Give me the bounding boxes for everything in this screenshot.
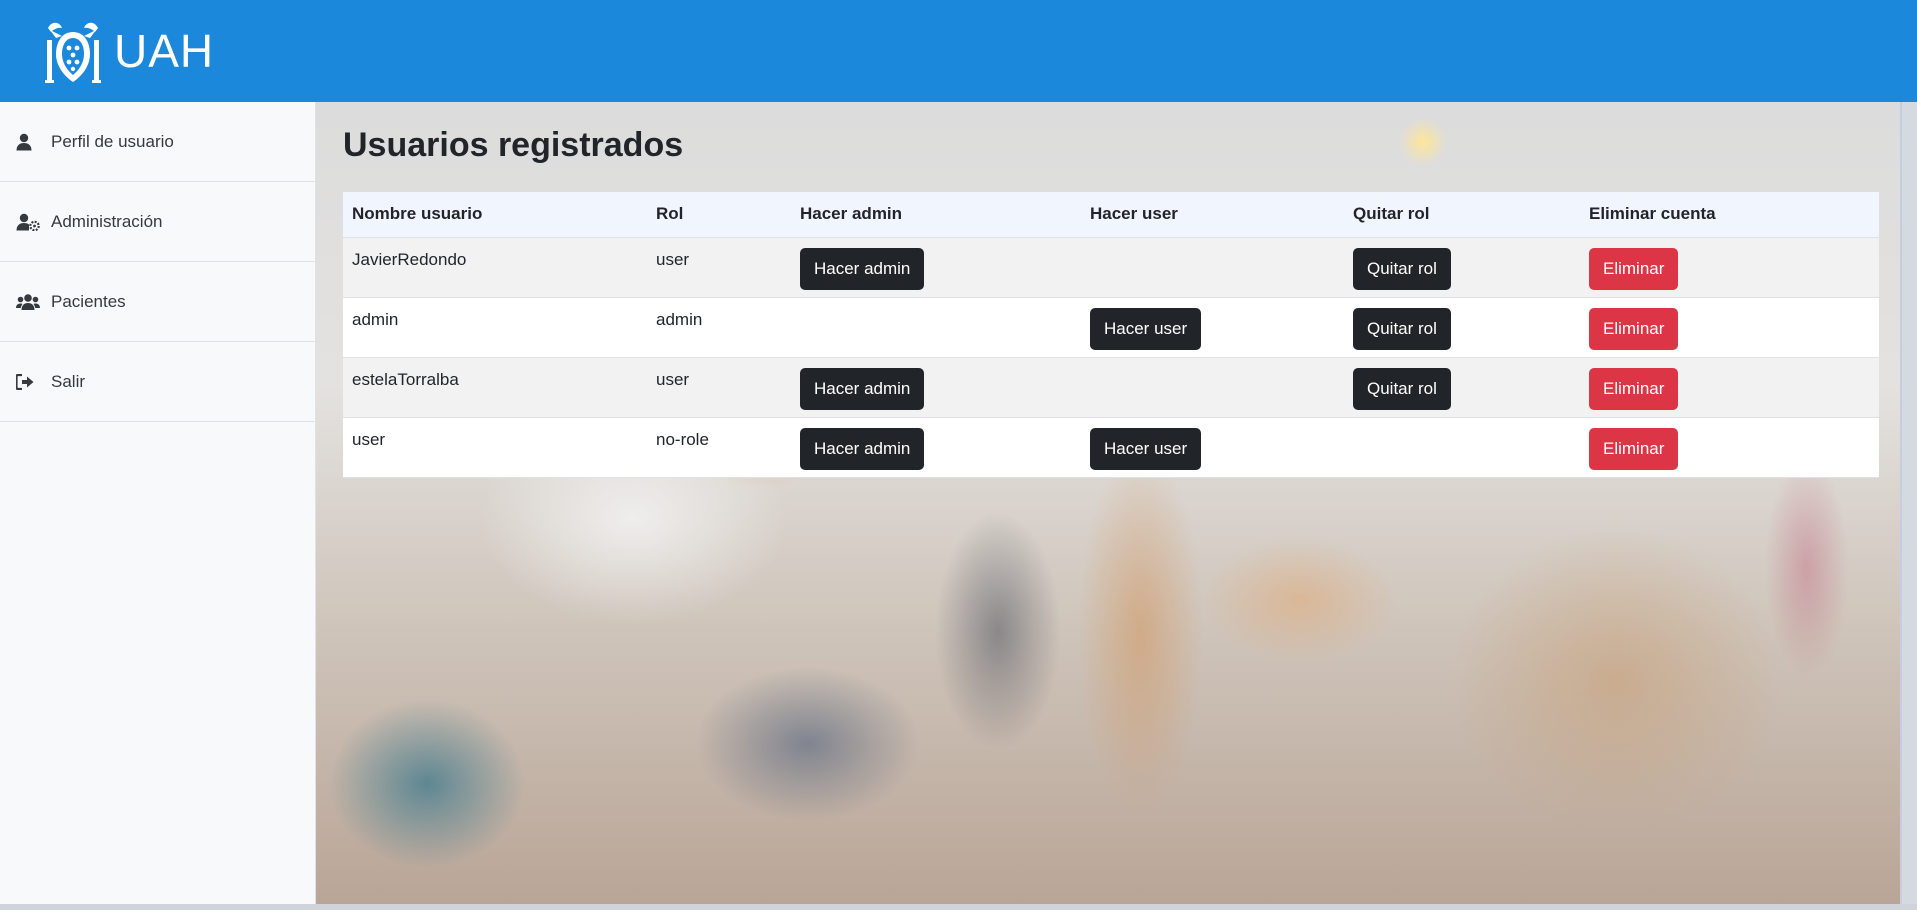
- make-user-button[interactable]: Hacer user: [1090, 427, 1202, 470]
- make-admin-button[interactable]: Hacer admin: [800, 247, 925, 290]
- make-user-button[interactable]: Hacer user: [1090, 307, 1202, 350]
- username-cell: admin: [343, 297, 647, 358]
- top-navbar: UAH: [0, 0, 1917, 102]
- sidebar-item-label: Perfil de usuario: [51, 131, 174, 151]
- sidebar-item-administracion[interactable]: Administración: [0, 182, 315, 262]
- make-admin-button[interactable]: Hacer admin: [800, 427, 925, 470]
- delete-account-button[interactable]: Eliminar: [1589, 367, 1679, 410]
- username-cell: estelaTorralba: [343, 357, 647, 418]
- logo-text: UAH: [114, 25, 215, 77]
- table-row: admin admin Hacer user Quitar rol Elimin…: [343, 297, 1879, 358]
- column-header-make-admin: Hacer admin: [791, 192, 1081, 238]
- sidebar-item-pacientes[interactable]: Pacientes: [0, 262, 315, 342]
- column-header-username: Nombre usuario: [343, 192, 647, 238]
- delete-account-button[interactable]: Eliminar: [1589, 247, 1679, 290]
- role-cell: user: [647, 237, 791, 298]
- remove-role-button[interactable]: Quitar rol: [1353, 307, 1451, 350]
- column-header-delete-account: Eliminar cuenta: [1580, 192, 1879, 238]
- sidebar: Perfil de usuario Administración Pacient…: [0, 102, 316, 904]
- sign-out-icon: [16, 372, 42, 392]
- university-crest-icon: [45, 22, 101, 83]
- remove-role-button[interactable]: Quitar rol: [1353, 247, 1451, 290]
- user-icon: [16, 132, 42, 152]
- table-header-row: Nombre usuario Rol Hacer admin Hacer use…: [343, 192, 1879, 238]
- column-header-remove-role: Quitar rol: [1344, 192, 1580, 238]
- sidebar-item-salir[interactable]: Salir: [0, 342, 315, 422]
- sidebar-item-label: Pacientes: [51, 291, 126, 311]
- page-title: Usuarios registrados: [343, 126, 684, 164]
- username-cell: JavierRedondo: [343, 237, 647, 298]
- user-cog-icon: [16, 212, 42, 232]
- delete-account-button[interactable]: Eliminar: [1589, 307, 1679, 350]
- users-table: Nombre usuario Rol Hacer admin Hacer use…: [343, 192, 1879, 478]
- remove-role-button[interactable]: Quitar rol: [1353, 367, 1451, 410]
- logo[interactable]: UAH: [42, 18, 214, 84]
- main-content: Usuarios registrados Nombre usuario Rol …: [316, 102, 1902, 904]
- make-admin-button[interactable]: Hacer admin: [800, 367, 925, 410]
- table-row: user no-role Hacer admin Hacer user Elim…: [343, 417, 1879, 478]
- column-header-make-user: Hacer user: [1081, 192, 1344, 238]
- role-cell: user: [647, 357, 791, 418]
- table-row: estelaTorralba user Hacer admin Quitar r…: [343, 357, 1879, 418]
- sidebar-item-label: Salir: [51, 371, 86, 391]
- sidebar-item-label: Administración: [51, 211, 163, 231]
- role-cell: admin: [647, 297, 791, 358]
- users-icon: [16, 292, 42, 312]
- page-bottom-edge: [0, 904, 1917, 910]
- column-header-role: Rol: [647, 192, 791, 238]
- username-cell: user: [343, 417, 647, 478]
- delete-account-button[interactable]: Eliminar: [1589, 427, 1679, 470]
- background-edge: [1900, 102, 1902, 904]
- table-row: JavierRedondo user Hacer admin Quitar ro…: [343, 237, 1879, 298]
- role-cell: no-role: [647, 417, 791, 478]
- sidebar-item-perfil[interactable]: Perfil de usuario: [0, 102, 315, 182]
